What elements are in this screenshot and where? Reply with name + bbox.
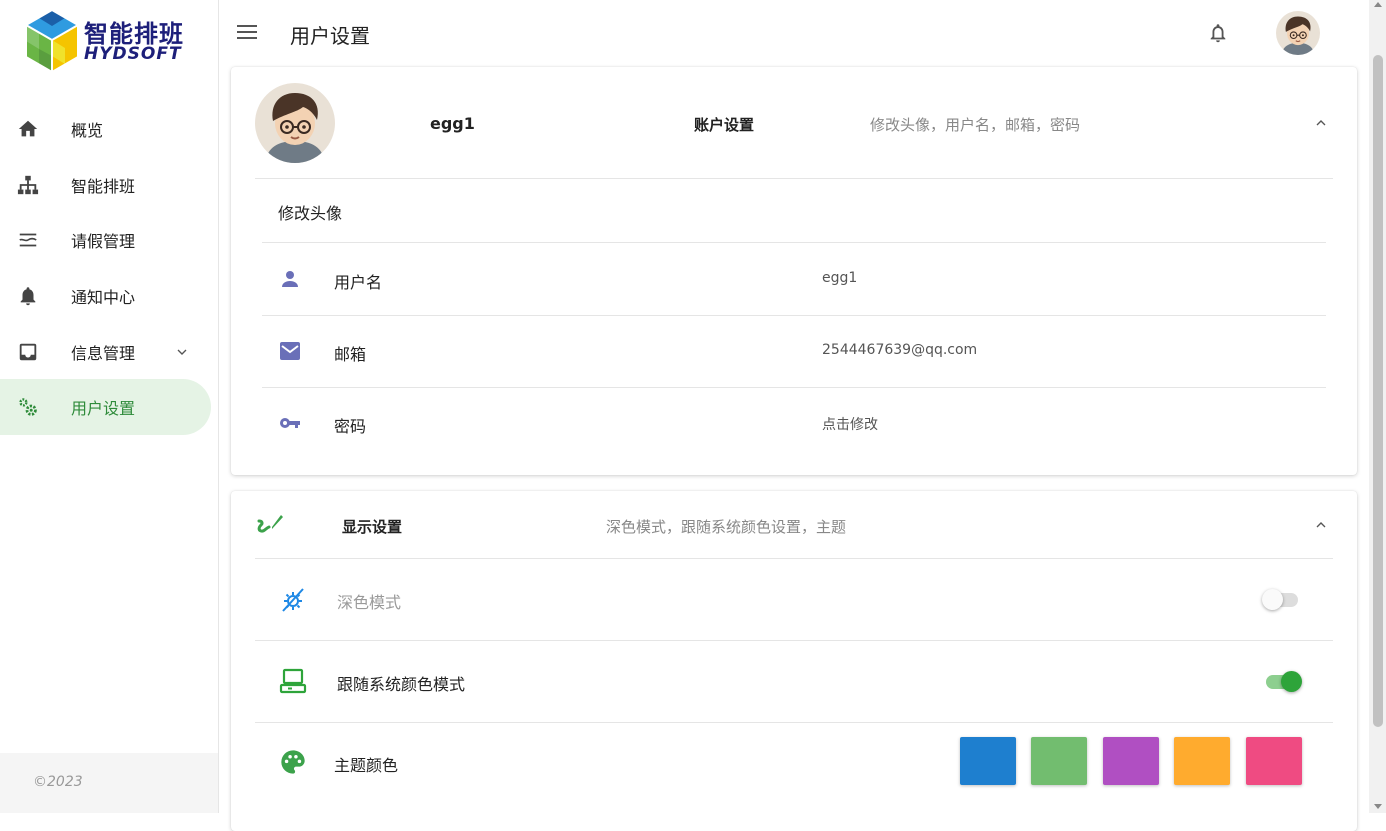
section-title: 账户设置 xyxy=(694,116,755,134)
person-icon xyxy=(282,271,298,287)
top-bar: 用户设置 xyxy=(219,0,1369,66)
change-avatar-row[interactable]: 修改头像 xyxy=(262,178,1326,242)
scroll-down-arrow-icon[interactable] xyxy=(1374,804,1382,809)
bell-icon xyxy=(20,287,36,306)
row-label: 用户名 xyxy=(334,273,383,292)
sidebar-item-label: 概览 xyxy=(71,120,104,140)
sidebar-nav: 概览 智能排班 请假管理 通知中心 信息管理 用户设置 xyxy=(0,101,219,436)
account-settings-card: egg1 账户设置 修改头像，用户名，邮箱，密码 修改头像 用户名 egg1 邮… xyxy=(231,67,1357,475)
theme-light-dark-icon xyxy=(282,588,304,612)
copyright-text: ©2023 xyxy=(33,774,83,790)
home-icon xyxy=(18,120,38,137)
sidebar-item-label: 智能排班 xyxy=(71,176,136,196)
theme-swatch-green[interactable] xyxy=(1031,737,1087,785)
brand-subtitle: HYDSOFT xyxy=(84,44,182,64)
row-value: 点击修改 xyxy=(822,417,878,433)
account-settings-header[interactable]: egg1 账户设置 修改头像，用户名，邮箱，密码 xyxy=(231,67,1357,178)
account-username: egg1 xyxy=(430,114,475,133)
sidebar-item-label: 信息管理 xyxy=(71,343,136,363)
sidebar-item-label: 通知中心 xyxy=(71,287,136,307)
sidebar-item-user-settings[interactable]: 用户设置 xyxy=(0,379,211,436)
sidebar-item-leave[interactable]: 请假管理 xyxy=(0,212,211,268)
sidebar-item-label: 用户设置 xyxy=(71,399,136,419)
section-description: 修改头像，用户名，邮箱，密码 xyxy=(870,116,1081,134)
brush-icon xyxy=(257,515,283,533)
page-scrollbar[interactable] xyxy=(1369,0,1386,813)
row-label: 邮箱 xyxy=(334,345,367,364)
display-settings-card: 显示设置 深色模式，跟随系统颜色设置，主题 深色模式 跟随系统颜色模式 主题颜色 xyxy=(231,491,1357,831)
section-title: 显示设置 xyxy=(342,518,403,536)
key-icon xyxy=(280,418,300,428)
chevron-up-icon[interactable] xyxy=(1313,115,1329,131)
laptop-icon xyxy=(279,668,307,694)
row-value: 2544467639@qq.com xyxy=(822,342,978,358)
display-settings-header[interactable]: 显示设置 深色模式，跟随系统颜色设置，主题 xyxy=(231,491,1357,558)
section-description: 深色模式，跟随系统颜色设置，主题 xyxy=(606,518,847,536)
scroll-up-arrow-icon[interactable] xyxy=(1374,2,1382,7)
page-title: 用户设置 xyxy=(290,24,370,48)
sidebar: 智能排班 HYDSOFT 概览 智能排班 请假管理 通知中心 信息管理 用户设置… xyxy=(0,0,219,813)
lines-icon xyxy=(19,233,37,247)
theme-swatch-blue[interactable] xyxy=(960,737,1016,785)
hamburger-menu-icon[interactable] xyxy=(236,22,258,42)
avatar-illustration-icon xyxy=(1276,11,1320,55)
theme-swatch-pink[interactable] xyxy=(1246,737,1302,785)
sidebar-footer: ©2023 xyxy=(0,753,218,813)
follow-system-toggle[interactable] xyxy=(1264,669,1302,693)
logo-cube-icon xyxy=(25,9,79,74)
sidebar-item-info-management[interactable]: 信息管理 xyxy=(0,324,211,380)
inbox-icon xyxy=(19,343,37,360)
row-value: egg1 xyxy=(822,270,858,286)
dark-mode-label: 深色模式 xyxy=(337,593,402,612)
theme-color-row: 主题颜色 xyxy=(255,722,1333,804)
theme-swatch-purple[interactable] xyxy=(1103,737,1159,785)
follow-system-row: 跟随系统颜色模式 xyxy=(255,640,1333,722)
sitemap-icon xyxy=(17,175,39,194)
notification-bell-icon[interactable] xyxy=(1207,21,1229,45)
brand-logo[interactable]: 智能排班 HYDSOFT xyxy=(22,8,192,76)
mail-icon xyxy=(280,342,300,360)
sidebar-item-smart-schedule[interactable]: 智能排班 xyxy=(0,157,211,213)
username-row[interactable]: 用户名 egg1 xyxy=(262,243,1326,315)
change-avatar-label: 修改头像 xyxy=(278,204,343,223)
email-row[interactable]: 邮箱 2544467639@qq.com xyxy=(262,315,1326,387)
password-row[interactable]: 密码 点击修改 xyxy=(262,387,1326,459)
chevron-up-icon[interactable] xyxy=(1313,517,1329,533)
user-avatar[interactable] xyxy=(1276,11,1320,55)
sidebar-item-label: 请假管理 xyxy=(71,232,136,252)
row-label: 密码 xyxy=(334,417,367,436)
theme-swatch-orange[interactable] xyxy=(1174,737,1230,785)
scrollbar-thumb[interactable] xyxy=(1373,55,1383,727)
sidebar-item-overview[interactable]: 概览 xyxy=(0,101,211,157)
sidebar-item-notifications[interactable]: 通知中心 xyxy=(0,268,211,324)
profile-avatar[interactable] xyxy=(255,83,335,163)
dark-mode-row: 深色模式 xyxy=(255,558,1333,640)
dark-mode-toggle[interactable] xyxy=(1262,587,1300,611)
follow-system-label: 跟随系统颜色模式 xyxy=(337,675,466,694)
chevron-down-icon[interactable] xyxy=(174,344,190,360)
theme-color-label: 主题颜色 xyxy=(334,756,399,775)
cogs-icon xyxy=(19,398,37,417)
palette-icon xyxy=(281,750,305,774)
avatar-illustration-icon xyxy=(255,83,335,163)
